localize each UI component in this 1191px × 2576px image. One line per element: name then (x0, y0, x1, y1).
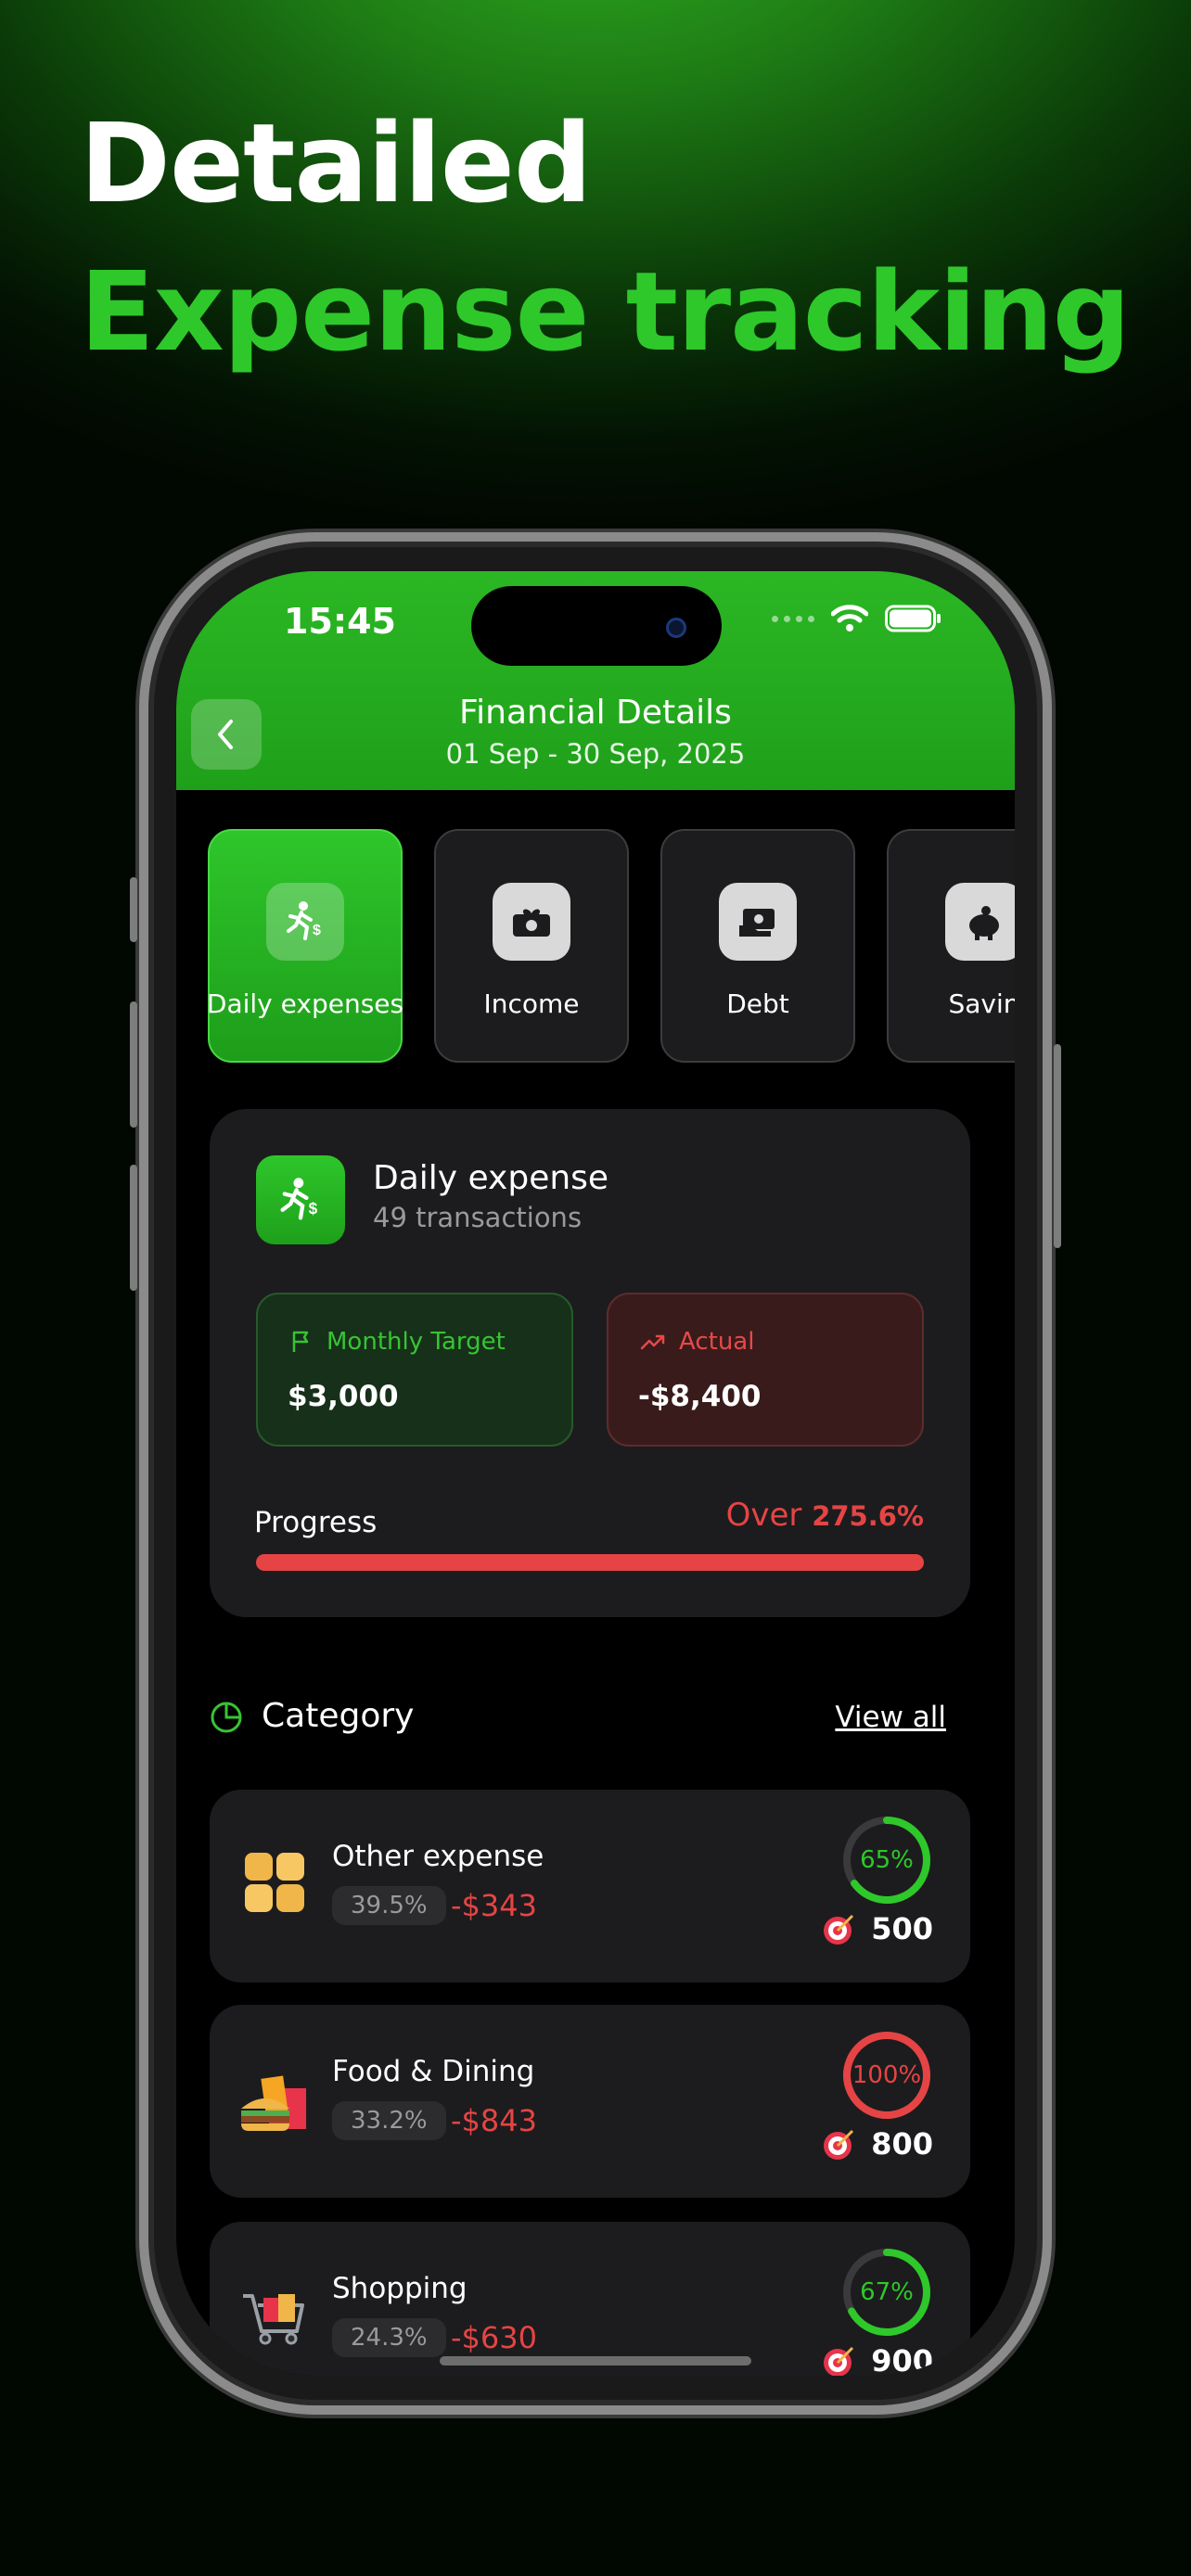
ring-percent: 67% (860, 2278, 914, 2306)
tab-label: Debt (726, 988, 789, 1019)
progress-ring: 67% (840, 2246, 933, 2339)
grid-icon (245, 1853, 304, 1912)
home-indicator[interactable] (440, 2356, 751, 2366)
monthly-target-label: Monthly Target (289, 1328, 506, 1356)
action-button (130, 877, 137, 942)
summary-name: Daily expense (373, 1159, 609, 1197)
over-indicator: Over 275.6% (726, 1497, 924, 1534)
list-item[interactable]: Shopping 24.3% -$630 67% 900 (210, 2222, 970, 2376)
power-button (1054, 1044, 1061, 1248)
over-label: Over (725, 1497, 802, 1534)
tab-debt[interactable]: Debt (660, 829, 855, 1063)
svg-text:$: $ (309, 1199, 318, 1218)
running-dollar-icon: $ (266, 883, 344, 961)
wifi-icon (831, 605, 868, 631)
hand-money-icon (719, 883, 797, 961)
date-range[interactable]: 01 Sep - 30 Sep, 2025 (176, 738, 1015, 770)
target-icon (824, 2129, 854, 2160)
headline-line-1: Detailed (80, 99, 592, 227)
transaction-count: 49 transactions (373, 1202, 583, 1233)
app-screen: 15:45 Financial Details 01 Sep - 30 Sep,… (176, 571, 1015, 2376)
status-time: 15:45 (284, 601, 396, 642)
over-percent: 275.6% (812, 1500, 924, 1532)
shopping-cart-icon (243, 2294, 304, 2345)
list-item[interactable]: Other expense 39.5% -$343 65% 500 (210, 1790, 970, 1983)
list-item[interactable]: Food & Dining 33.2% -$843 100% 800 (210, 2005, 970, 2198)
volume-down-button (130, 1165, 137, 1291)
piggy-bank-icon (945, 883, 1015, 961)
page-title: Financial Details (459, 694, 732, 732)
tab-label: Daily expenses (208, 988, 404, 1019)
tab-label: Savin (948, 988, 1015, 1019)
tab-daily-expenses[interactable]: $ Daily expenses (208, 829, 403, 1063)
app-header: 15:45 Financial Details 01 Sep - 30 Sep,… (176, 571, 1015, 790)
progress-label: Progress (254, 1506, 378, 1539)
category-target: 900 (821, 2342, 933, 2376)
actual-box: Actual -$8,400 (607, 1293, 924, 1447)
target-value: $3,000 (288, 1380, 399, 1413)
actual-value: -$8,400 (638, 1380, 762, 1413)
view-all-link[interactable]: View all (835, 1701, 946, 1734)
tab-savings[interactable]: Savin (887, 829, 1015, 1063)
headline: Detailed Expense tracking (80, 89, 1131, 386)
camera-icon (666, 618, 686, 638)
category-share: 33.2% (332, 2101, 446, 2140)
signal-icon (772, 615, 814, 622)
volume-up-button (130, 1001, 137, 1128)
flag-icon (292, 1331, 309, 1352)
trend-up-icon (640, 1334, 665, 1350)
progress-ring: 100% (840, 2029, 933, 2122)
category-target: 500 (821, 1910, 933, 1947)
type-tabs: $ Daily expenses Income Debt Savin (208, 829, 1015, 1070)
category-share: 24.3% (332, 2318, 446, 2357)
target-amount: 500 (871, 1911, 933, 1946)
progress-ring: 65% (840, 1814, 933, 1906)
category-amount: -$630 (451, 2320, 537, 2355)
ring-percent: 100% (852, 2061, 922, 2089)
running-dollar-icon: $ (256, 1155, 345, 1244)
category-amount: -$343 (451, 1888, 537, 1923)
category-name: Other expense (332, 1840, 544, 1873)
progress-bar (256, 1554, 924, 1571)
burger-drink-icon (241, 2075, 306, 2131)
category-share: 39.5% (332, 1886, 446, 1925)
target-icon (824, 1914, 854, 1945)
tab-income[interactable]: Income (434, 829, 629, 1063)
target-amount: 800 (871, 2126, 933, 2162)
actual-label-text: Actual (679, 1328, 755, 1356)
tab-label: Income (483, 988, 580, 1019)
target-label-text: Monthly Target (327, 1328, 506, 1356)
svg-text:$: $ (313, 923, 321, 938)
actual-label: Actual (640, 1328, 754, 1356)
target-amount: 900 (871, 2343, 933, 2376)
cash-heart-icon (493, 883, 570, 961)
category-amount: -$843 (451, 2103, 537, 2138)
target-icon (824, 2346, 854, 2376)
headline-line-2: Expense tracking (80, 248, 1131, 376)
monthly-target-box: Monthly Target $3,000 (256, 1293, 573, 1447)
category-title: Category (262, 1697, 415, 1735)
status-icons (772, 605, 942, 632)
category-header: Category View all (210, 1691, 970, 1747)
category-name: Shopping (332, 2272, 467, 2305)
pie-chart-icon (211, 1702, 242, 1733)
category-target: 800 (821, 2125, 933, 2162)
category-name: Food & Dining (332, 2055, 535, 2088)
summary-card: $ Daily expense 49 transactions Monthly … (210, 1109, 970, 1617)
battery-icon (885, 605, 941, 632)
ring-percent: 65% (860, 1846, 914, 1874)
